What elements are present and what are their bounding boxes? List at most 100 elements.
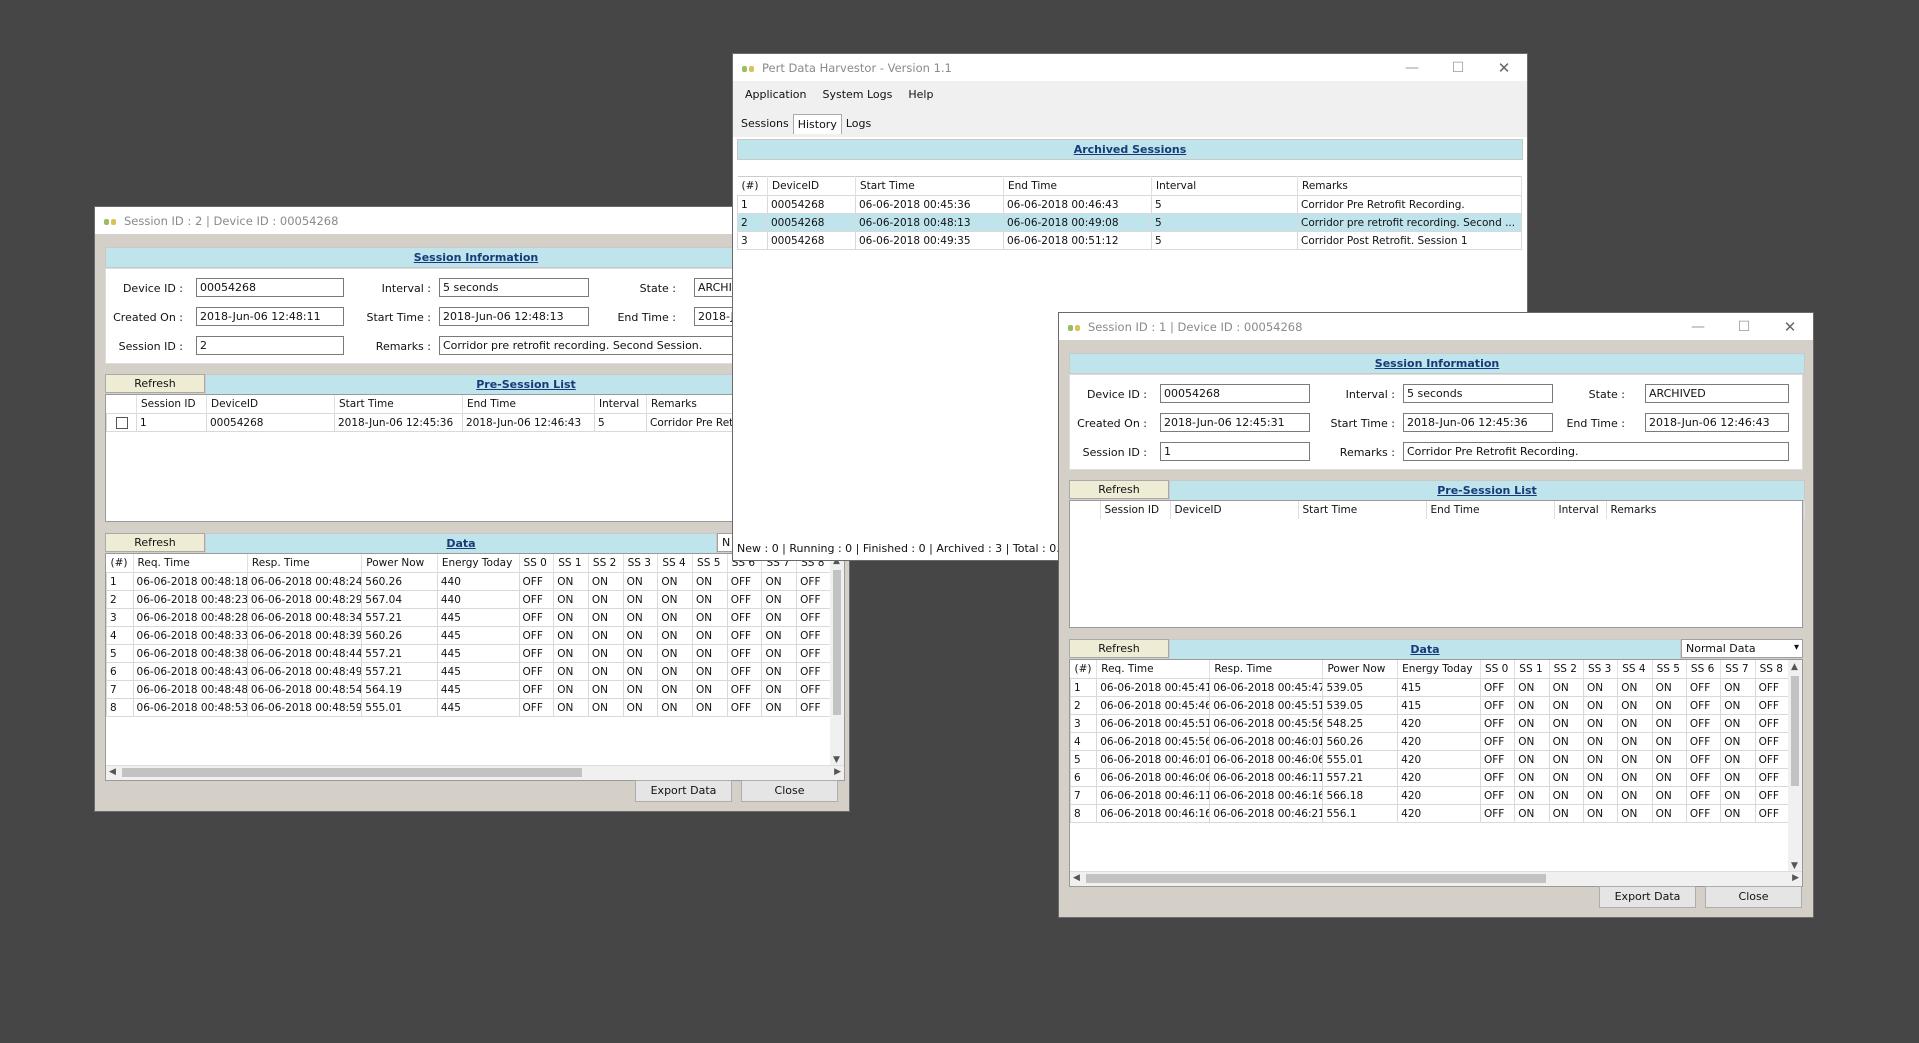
column-header-req-time[interactable]: Req. Time [1096, 660, 1211, 679]
maximize-icon[interactable]: ☐ [1721, 313, 1767, 340]
column-header-power-now[interactable]: Power Now [361, 554, 438, 573]
data-refresh-button[interactable]: Refresh [1069, 639, 1169, 658]
table-row[interactable]: 8 06-06-2018 00:46:16 06-06-2018 00:46:21 5… [1070, 804, 1791, 823]
vertical-scroll-thumb[interactable] [1791, 676, 1799, 786]
horizontal-scroll-thumb[interactable] [122, 768, 582, 777]
minimize-icon[interactable]: — [1389, 54, 1435, 81]
table-row[interactable]: 6 06-06-2018 00:46:06 06-06-2018 00:46:11 5… [1070, 768, 1791, 787]
data-refresh-button[interactable]: Refresh [105, 533, 205, 552]
table-row[interactable]: 3 06-06-2018 00:48:28 06-06-2018 00:48:34 5… [106, 608, 832, 627]
session-1-titlebar[interactable]: Session ID : 1 | Device ID : 00054268 — … [1059, 313, 1813, 340]
tab-sessions[interactable]: Sessions [737, 114, 793, 134]
table-row[interactable]: 2 00054268 06-06-2018 00:48:13 06-06-2018 0… [737, 213, 1522, 232]
scroll-up-arrow-icon[interactable]: ▲ [1791, 662, 1798, 672]
export-data-button[interactable]: Export Data [635, 780, 732, 802]
column-header-ss-4[interactable]: SS 4 [657, 554, 694, 573]
remarks-field[interactable]: Corridor Pre Retrofit Recording. [1403, 442, 1789, 461]
session-id-field[interactable]: 1 [1160, 442, 1310, 461]
remarks-field[interactable]: Corridor pre retrofit recording. Second … [439, 336, 739, 355]
column-header-end-time[interactable]: End Time [1003, 176, 1152, 196]
row-checkbox[interactable] [115, 416, 128, 429]
column-header-start-time[interactable]: Start Time [855, 176, 1004, 196]
data-type-dropdown[interactable]: Normal Data [1681, 639, 1803, 658]
column-header-end-time[interactable]: End Time [1426, 501, 1555, 519]
column-header-start-time[interactable]: Start Time [334, 395, 463, 414]
presession-refresh-button[interactable]: Refresh [105, 374, 205, 393]
table-row[interactable]: 2 06-06-2018 00:45:46 06-06-2018 00:45:51 5… [1070, 696, 1791, 715]
menu-item-system-logs[interactable]: System Logs [814, 88, 900, 101]
column-header-ss-5[interactable]: SS 5 [692, 554, 728, 573]
column-header-end-time[interactable]: End Time [462, 395, 595, 414]
close-icon[interactable]: ✕ [1481, 54, 1527, 81]
column-header-ss-0[interactable]: SS 0 [1480, 660, 1516, 679]
start-time-field[interactable]: 2018-Jun-06 12:45:36 [1403, 413, 1553, 432]
scroll-down-arrow-icon[interactable]: ▼ [1791, 861, 1798, 871]
scroll-right-arrow-icon[interactable]: ▶ [1792, 873, 1799, 883]
start-time-field[interactable]: 2018-Jun-06 12:48:13 [439, 307, 589, 326]
state-field[interactable]: ARCHIVED [1645, 384, 1789, 403]
data-horizontal-scrollbar[interactable]: ◀ ▶ [106, 765, 844, 780]
column-header-ss-6[interactable]: SS 6 [1686, 660, 1722, 679]
column-header-deviceid[interactable]: DeviceID [206, 395, 335, 414]
column-header-deviceid[interactable]: DeviceID [767, 176, 856, 196]
table-row[interactable]: 6 06-06-2018 00:48:43 06-06-2018 00:48:49 5… [106, 662, 832, 681]
column-header-power-now[interactable]: Power Now [1322, 660, 1399, 679]
close-icon[interactable]: ✕ [1767, 313, 1813, 340]
column-header-deviceid[interactable]: DeviceID [1170, 501, 1299, 519]
close-button[interactable]: Close [741, 780, 838, 802]
minimize-icon[interactable]: — [1675, 313, 1721, 340]
data-horizontal-scrollbar[interactable]: ◀ ▶ [1070, 871, 1802, 886]
table-row[interactable]: 4 06-06-2018 00:45:56 06-06-2018 00:46:01 5… [1070, 732, 1791, 751]
table-row[interactable]: 3 06-06-2018 00:45:51 06-06-2018 00:45:56 5… [1070, 714, 1791, 733]
scroll-right-arrow-icon[interactable]: ▶ [834, 767, 841, 777]
column-header-ss-1[interactable]: SS 1 [1514, 660, 1550, 679]
column-header-energy-today[interactable]: Energy Today [1397, 660, 1481, 679]
column-header-interval[interactable]: Interval [1554, 501, 1607, 519]
column-header-ss-0[interactable]: SS 0 [519, 554, 555, 573]
maximize-icon[interactable]: ☐ [1435, 54, 1481, 81]
tab-logs[interactable]: Logs [842, 114, 875, 134]
table-row[interactable]: 1 00054268 06-06-2018 00:45:36 06-06-2018 0… [737, 195, 1522, 214]
column-header-[interactable]: (#) [106, 554, 134, 573]
column-header-[interactable]: (#) [737, 176, 768, 196]
column-header-energy-today[interactable]: Energy Today [437, 554, 520, 573]
vertical-scroll-thumb[interactable] [833, 570, 841, 715]
device-id-field[interactable]: 00054268 [1160, 384, 1310, 403]
table-row[interactable]: 1 06-06-2018 00:45:41 06-06-2018 00:45:47 5… [1070, 678, 1791, 697]
export-data-button[interactable]: Export Data [1599, 886, 1696, 908]
interval-field[interactable]: 5 seconds [1403, 384, 1553, 403]
main-titlebar[interactable]: Pert Data Harvestor - Version 1.1 — ☐ ✕ [733, 54, 1527, 81]
table-row[interactable]: 5 06-06-2018 00:46:01 06-06-2018 00:46:06 5… [1070, 750, 1791, 769]
table-row[interactable]: 7 06-06-2018 00:48:48 06-06-2018 00:48:54 5… [106, 680, 832, 699]
table-row[interactable]: 3 00054268 06-06-2018 00:49:35 06-06-2018 0… [737, 231, 1522, 250]
data-vertical-scrollbar[interactable]: ▲ ▼ [1788, 660, 1802, 873]
tab-history[interactable]: History [792, 114, 842, 134]
created-on-field[interactable]: 2018-Jun-06 12:48:11 [196, 307, 344, 326]
column-header-ss-3[interactable]: SS 3 [623, 554, 659, 573]
interval-field[interactable]: 5 seconds [439, 278, 589, 297]
menu-item-application[interactable]: Application [737, 88, 814, 101]
presession-refresh-button[interactable]: Refresh [1069, 480, 1169, 499]
column-header-interval[interactable]: Interval [1151, 176, 1298, 196]
column-header-ss-3[interactable]: SS 3 [1583, 660, 1619, 679]
scroll-left-arrow-icon[interactable]: ◀ [109, 767, 116, 777]
data-vertical-scrollbar[interactable]: ▲ ▼ [830, 554, 844, 767]
table-row[interactable]: 4 06-06-2018 00:48:33 06-06-2018 00:48:39 5… [106, 626, 832, 645]
table-row[interactable]: 7 06-06-2018 00:46:11 06-06-2018 00:46:16 5… [1070, 786, 1791, 805]
column-header-remarks[interactable]: Remarks [1606, 501, 1805, 519]
end-time-field[interactable]: 2018-Jun-06 12:46:43 [1645, 413, 1789, 432]
column-header-req-time[interactable]: Req. Time [133, 554, 248, 573]
table-row[interactable]: 1 06-06-2018 00:48:18 06-06-2018 00:48:24 5… [106, 572, 832, 591]
row-checkbox-cell[interactable] [106, 413, 137, 432]
column-header-session-id[interactable]: Session ID [136, 395, 207, 414]
column-header-ss-7[interactable]: SS 7 [1720, 660, 1756, 679]
column-header-ss-2[interactable]: SS 2 [588, 554, 624, 573]
column-header-remarks[interactable]: Remarks [1297, 176, 1522, 196]
created-on-field[interactable]: 2018-Jun-06 12:45:31 [1160, 413, 1310, 432]
column-header-ss-4[interactable]: SS 4 [1617, 660, 1653, 679]
scroll-down-arrow-icon[interactable]: ▼ [833, 755, 840, 765]
column-header-[interactable]: (#) [1070, 660, 1098, 679]
close-button[interactable]: Close [1705, 886, 1802, 908]
menu-item-help[interactable]: Help [900, 88, 941, 101]
table-row[interactable]: 5 06-06-2018 00:48:38 06-06-2018 00:48:44 5… [106, 644, 832, 663]
